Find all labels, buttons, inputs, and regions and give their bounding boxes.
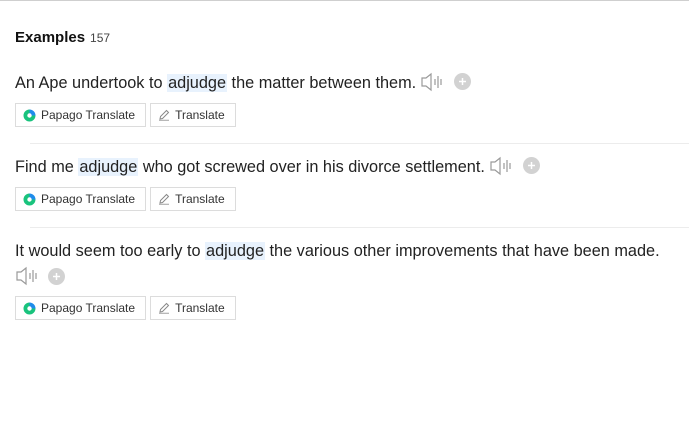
button-label: Translate <box>175 192 225 206</box>
example-sentence: Find me adjudge who got screwed over in … <box>15 156 687 178</box>
examples-header: Examples 157 <box>15 29 110 46</box>
translate-buttons: Papago Translate Translate <box>15 103 689 127</box>
button-label: Translate <box>175 108 225 122</box>
sentence-text: It would seem too early to <box>15 242 206 260</box>
translate-buttons: Papago Translate Translate <box>15 187 689 211</box>
papago-translate-button[interactable]: Papago Translate <box>15 103 147 127</box>
example-item: Find me adjudge who got screwed over in … <box>0 144 689 228</box>
papago-logo-icon <box>23 109 36 121</box>
translate-button[interactable]: Translate <box>150 187 236 211</box>
keyword-highlight[interactable]: adjudge <box>78 158 139 176</box>
pencil-icon <box>159 302 170 314</box>
button-label: Papago Translate <box>41 192 136 206</box>
add-to-wordbook-icon[interactable] <box>454 73 472 90</box>
example-item: It would seem too early to adjudge the v… <box>0 228 689 320</box>
example-sentence: It would seem too early to adjudge the v… <box>15 240 687 262</box>
sentence-controls <box>15 266 689 286</box>
translate-button[interactable]: Translate <box>150 103 236 127</box>
pencil-icon <box>159 109 170 121</box>
add-to-wordbook-icon[interactable] <box>522 157 540 174</box>
papago-translate-button[interactable]: Papago Translate <box>15 296 147 320</box>
translate-button[interactable]: Translate <box>150 296 236 320</box>
button-label: Papago Translate <box>41 108 136 122</box>
translate-buttons: Papago Translate Translate <box>15 296 689 320</box>
keyword-highlight[interactable]: adjudge <box>167 74 228 92</box>
example-item: An Ape undertook to adjudge the matter b… <box>0 60 689 144</box>
section-title: Examples <box>15 29 86 46</box>
example-count: 157 <box>90 31 111 45</box>
examples-list[interactable]: An Ape undertook to adjudge the matter b… <box>0 60 689 324</box>
speaker-icon[interactable] <box>420 72 446 92</box>
speaker-icon[interactable] <box>489 156 515 176</box>
papago-logo-icon <box>23 302 36 314</box>
pencil-icon <box>159 193 170 205</box>
add-to-wordbook-icon[interactable] <box>48 267 65 285</box>
sentence-text: the various other improvements that have… <box>265 242 660 260</box>
example-sentence: An Ape undertook to adjudge the matter b… <box>15 72 687 94</box>
sentence-text: Find me <box>15 158 79 176</box>
sentence-text: the matter between them. <box>227 74 417 92</box>
button-label: Translate <box>175 301 225 315</box>
button-label: Papago Translate <box>41 301 136 315</box>
papago-translate-button[interactable]: Papago Translate <box>15 187 147 211</box>
speaker-icon[interactable] <box>15 266 41 286</box>
top-divider <box>0 0 689 1</box>
keyword-highlight[interactable]: adjudge <box>205 242 265 260</box>
sentence-text: who got screwed over in his divorce sett… <box>138 158 485 176</box>
papago-logo-icon <box>23 193 36 205</box>
sentence-text: An Ape undertook to <box>15 74 168 92</box>
